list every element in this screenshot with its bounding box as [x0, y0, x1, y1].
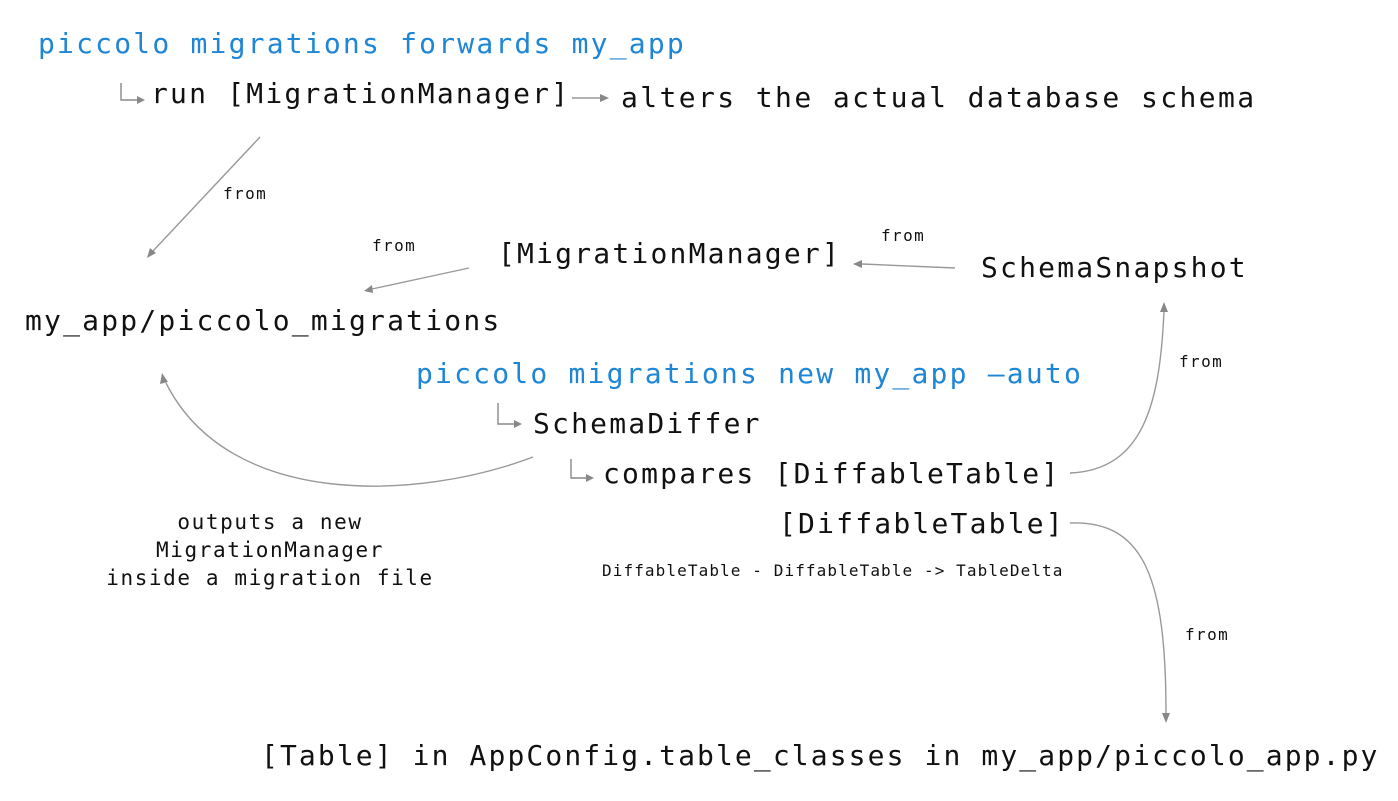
tree-elbow-compares: [570, 459, 586, 479]
arrow-manager-to-migrations: [371, 267, 470, 290]
node-compares-diffable-table: compares [DiffableTable]: [603, 457, 1061, 490]
command-forwards: piccolo migrations forwards my_app: [38, 27, 686, 60]
arrowhead-diffable-to-tables: [1162, 713, 1170, 723]
node-migrations-folder: my_app/piccolo_migrations: [25, 304, 502, 337]
tree-arrowhead-schema-differ: [514, 420, 522, 428]
note-line-2: MigrationManager: [156, 538, 384, 562]
schema-migration-diagram: piccolo migrations forwards my_app run […: [0, 0, 1398, 801]
arrow-snapshot-to-manager: [861, 263, 956, 269]
arrow-compares-to-snapshot: [1069, 310, 1165, 474]
edge-label-from-snapshot: from: [881, 226, 926, 245]
arrowhead-alters: [600, 94, 609, 102]
node-alters-schema: alters the actual database schema: [621, 81, 1257, 114]
edge-label-from-table: from: [1185, 625, 1230, 644]
tree-arrowhead-compares: [586, 474, 594, 482]
node-run-migration-manager: run [MigrationManager]: [151, 77, 571, 110]
edge-label-from-manager: from: [372, 236, 417, 255]
tree-elbow-run: [120, 83, 137, 101]
tree-elbow-schema-differ: [497, 403, 514, 425]
arrowhead-manager-to-migrations: [364, 285, 373, 293]
command-new-auto: piccolo migrations new my_app —auto: [416, 357, 1084, 390]
note-line-1: outputs a new: [177, 510, 363, 534]
note-line-3: inside a migration file: [106, 566, 434, 590]
node-table-classes: [Table] in AppConfig.table_classes in my…: [261, 739, 1380, 772]
arrowhead-snapshot-to-manager: [853, 260, 862, 268]
arrow-diffable-to-tables: [1069, 522, 1167, 715]
edge-label-from-run: from: [223, 184, 268, 203]
edge-label-from-compares: from: [1179, 352, 1224, 371]
note-outputs-migration: outputs a new MigrationManager inside a mi…: [80, 508, 460, 592]
arrowhead-compares-to-snapshot: [1160, 302, 1168, 312]
node-schema-differ: SchemaDiffer: [533, 407, 762, 440]
arrow-differ-to-migrations: [165, 382, 534, 487]
tree-arrowhead-run: [137, 96, 145, 104]
node-diffable-table: [DiffableTable]: [779, 507, 1065, 540]
node-migration-manager: [MigrationManager]: [498, 237, 842, 270]
note-table-delta: DiffableTable - DiffableTable -> TableDe…: [602, 561, 1064, 580]
node-schema-snapshot: SchemaSnapshot: [981, 251, 1248, 284]
connector-layer: [120, 83, 1170, 723]
arrowhead-differ-to-migrations: [160, 373, 168, 384]
